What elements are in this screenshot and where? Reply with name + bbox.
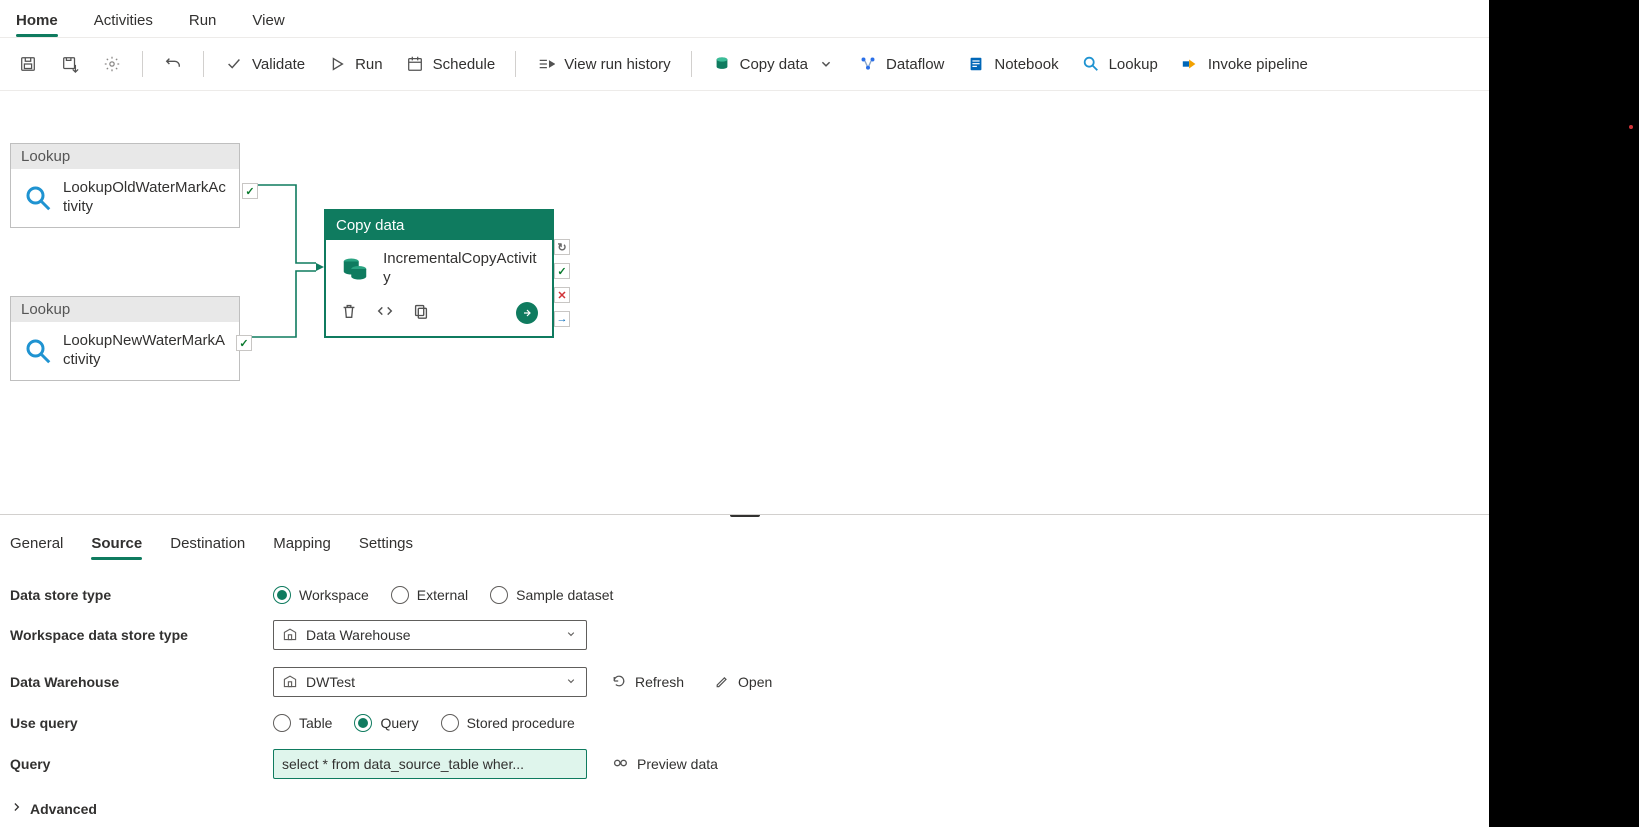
query-label: Query xyxy=(10,756,255,772)
undo-icon xyxy=(163,54,183,74)
properties-tabs: General Source Destination Mapping Setti… xyxy=(10,531,1479,570)
gear-icon xyxy=(102,54,122,74)
warehouse-icon xyxy=(282,673,298,692)
settings-button[interactable] xyxy=(96,48,128,80)
chevron-down-icon xyxy=(564,627,578,644)
save-as-button[interactable] xyxy=(54,48,86,80)
tab-mapping[interactable]: Mapping xyxy=(273,531,331,560)
workspace-data-store-type-select[interactable]: Data Warehouse xyxy=(273,620,587,650)
notebook-icon xyxy=(966,54,986,74)
port-success[interactable]: ✓ xyxy=(242,183,258,199)
save-icon xyxy=(18,54,38,74)
dataflow-icon xyxy=(858,54,878,74)
undo-button[interactable] xyxy=(157,48,189,80)
properties-panel: General Source Destination Mapping Setti… xyxy=(0,517,1489,827)
workspace-data-store-type-label: Workspace data store type xyxy=(10,627,255,643)
view-run-history-button[interactable]: View run history xyxy=(530,48,676,80)
radio-query[interactable]: Query xyxy=(354,714,418,732)
notebook-button[interactable]: Notebook xyxy=(960,48,1064,80)
schedule-button[interactable]: Schedule xyxy=(399,48,502,80)
port-skip[interactable]: ↻ xyxy=(554,239,570,255)
proceed-icon[interactable] xyxy=(516,302,538,324)
run-button[interactable]: Run xyxy=(321,48,389,80)
data-warehouse-label: Data Warehouse xyxy=(10,674,255,690)
search-icon xyxy=(1081,54,1101,74)
advanced-toggle[interactable]: Advanced xyxy=(10,780,1479,817)
lookup-icon xyxy=(23,334,53,368)
radio-sp[interactable]: Stored procedure xyxy=(441,714,575,732)
pipeline-canvas[interactable]: Lookup LookupOldWaterMarkActivity ✓ Look… xyxy=(0,91,1489,515)
right-black-strip xyxy=(1489,0,1639,827)
tab-source[interactable]: Source xyxy=(91,531,142,560)
database-icon xyxy=(712,54,732,74)
port-failure[interactable]: ✕ xyxy=(554,287,570,303)
play-icon xyxy=(327,54,347,74)
edit-icon xyxy=(714,673,730,692)
port-completion[interactable]: → xyxy=(554,311,570,327)
warehouse-icon xyxy=(282,626,298,645)
refresh-button[interactable]: Refresh xyxy=(605,666,690,698)
ribbon-tabs: Home Activities Run View xyxy=(0,0,1489,38)
history-icon xyxy=(536,54,556,74)
port-success[interactable]: ✓ xyxy=(236,335,252,351)
save-button[interactable] xyxy=(12,48,44,80)
pipeline-icon xyxy=(1180,54,1200,74)
radio-sample[interactable]: Sample dataset xyxy=(490,586,613,604)
chevron-down-icon xyxy=(816,54,836,74)
preview-data-button[interactable]: Preview data xyxy=(605,748,724,780)
query-input[interactable]: select * from data_source_table wher... xyxy=(273,749,587,779)
lookup-button[interactable]: Lookup xyxy=(1075,48,1164,80)
data-store-type-label: Data store type xyxy=(10,587,255,603)
activity-name: IncrementalCopyActivity xyxy=(383,250,540,288)
clone-icon[interactable] xyxy=(412,302,430,323)
activity-name: LookupNewWaterMarkActivity xyxy=(63,332,227,370)
port-success[interactable]: ✓ xyxy=(554,263,570,279)
calendar-icon xyxy=(405,54,425,74)
activity-name: LookupOldWaterMarkActivity xyxy=(63,179,227,217)
use-query-radios: Table Query Stored procedure xyxy=(273,714,575,732)
invoke-pipeline-button[interactable]: Invoke pipeline xyxy=(1174,48,1314,80)
tab-view[interactable]: View xyxy=(252,8,284,37)
radio-table[interactable]: Table xyxy=(273,714,332,732)
tab-run[interactable]: Run xyxy=(189,8,217,37)
preview-icon xyxy=(611,754,629,775)
tab-activities[interactable]: Activities xyxy=(94,8,153,37)
lookup-icon xyxy=(23,181,53,215)
tab-general[interactable]: General xyxy=(10,531,63,560)
open-button[interactable]: Open xyxy=(708,666,778,698)
save-as-icon xyxy=(60,54,80,74)
copy-data-button[interactable]: Copy data xyxy=(706,48,842,80)
chevron-right-icon xyxy=(10,800,24,817)
activity-card-lookup-new[interactable]: Lookup LookupNewWaterMarkActivity xyxy=(10,296,240,381)
radio-external[interactable]: External xyxy=(391,586,468,604)
data-warehouse-select[interactable]: DWTest xyxy=(273,667,587,697)
activity-card-lookup-old[interactable]: Lookup LookupOldWaterMarkActivity xyxy=(10,143,240,228)
delete-icon[interactable] xyxy=(340,302,358,323)
validate-button[interactable]: Validate xyxy=(218,48,311,80)
dataflow-button[interactable]: Dataflow xyxy=(852,48,950,80)
chevron-down-icon xyxy=(564,674,578,691)
copy-data-icon xyxy=(338,252,371,286)
activity-type-label: Copy data xyxy=(326,211,552,240)
toolbar: Validate Run Schedule View run history xyxy=(0,38,1489,91)
check-icon xyxy=(224,54,244,74)
tab-settings[interactable]: Settings xyxy=(359,531,413,560)
tab-home[interactable]: Home xyxy=(16,8,58,37)
radio-workspace[interactable]: Workspace xyxy=(273,586,369,604)
use-query-label: Use query xyxy=(10,715,255,731)
refresh-icon xyxy=(611,673,627,692)
activity-type-label: Lookup xyxy=(11,297,239,322)
code-icon[interactable] xyxy=(376,302,394,323)
data-store-type-radios: Workspace External Sample dataset xyxy=(273,586,613,604)
tab-destination[interactable]: Destination xyxy=(170,531,245,560)
activity-type-label: Lookup xyxy=(11,144,239,169)
activity-card-copy[interactable]: Copy data IncrementalCopyActivity xyxy=(324,209,554,338)
